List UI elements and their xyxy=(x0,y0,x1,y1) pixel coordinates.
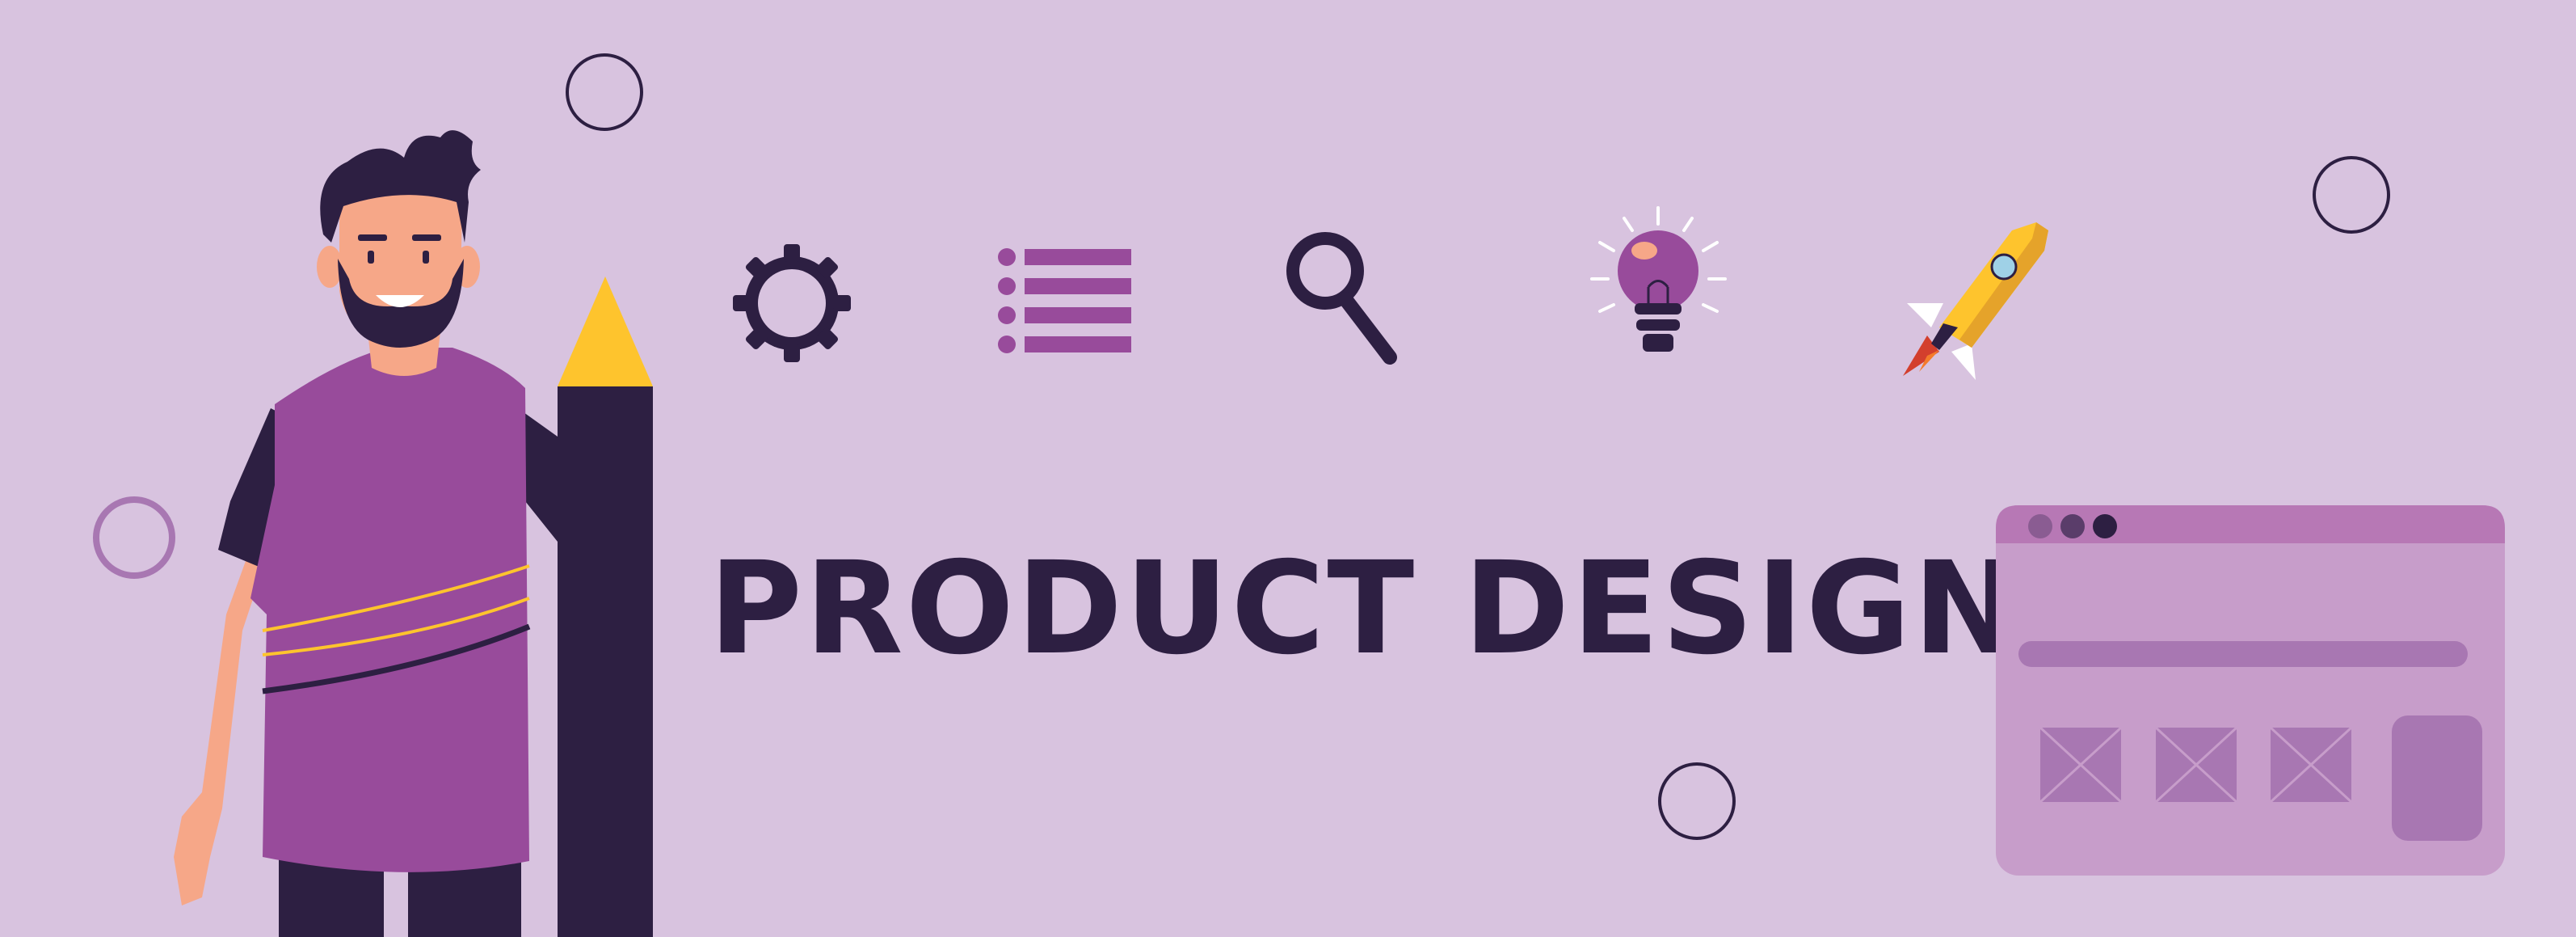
lightbulb-icon xyxy=(1590,206,1727,352)
circle-outline xyxy=(2313,156,2390,234)
browser-window-illustration xyxy=(1996,505,2505,876)
window-dot-icon xyxy=(2093,514,2117,538)
circle-outline xyxy=(1658,762,1736,840)
window-dot-icon xyxy=(2028,514,2052,538)
rocket-icon xyxy=(1903,222,2048,380)
list-icon xyxy=(998,248,1131,353)
product-design-banner: PRODUCT DESIGN xyxy=(0,0,2576,937)
circle-outline xyxy=(566,53,643,131)
man-illustration xyxy=(174,130,653,937)
image-placeholder-icon xyxy=(2269,726,2353,804)
gear-icon xyxy=(733,244,851,362)
search-icon xyxy=(1286,232,1397,365)
circle-outline xyxy=(93,496,175,579)
image-placeholder-icon xyxy=(2039,726,2123,804)
page-title: PRODUCT DESIGN xyxy=(709,534,2022,683)
window-dot-icon xyxy=(2060,514,2085,538)
image-placeholder-icon xyxy=(2154,726,2238,804)
